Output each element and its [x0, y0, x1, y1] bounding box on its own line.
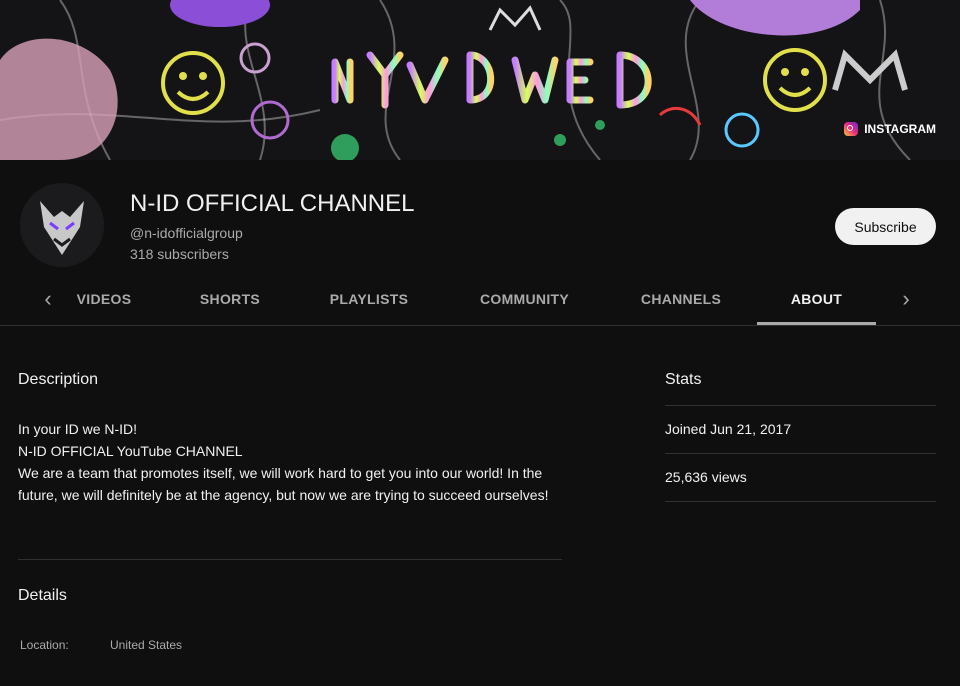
tab-channels[interactable]: CHANNELS [639, 275, 723, 323]
stats-divider [665, 405, 936, 406]
channel-title: N-ID OFFICIAL CHANNEL [130, 190, 415, 217]
channel-tabs: ‹ VIDEOS SHORTS PLAYLISTS COMMUNITY CHAN… [0, 275, 960, 326]
description-line: N-ID OFFICIAL YouTube CHANNEL [18, 443, 243, 459]
avatar[interactable] [20, 183, 104, 267]
channel-description: In your ID we N-ID! N-ID OFFICIAL YouTub… [18, 418, 563, 506]
tabs-scroll-left-icon[interactable]: ‹ [36, 275, 60, 323]
banner-artwork [0, 0, 960, 160]
instagram-link[interactable]: INSTAGRAM [844, 122, 936, 136]
stats-divider [665, 501, 936, 502]
channel-handle: @n-idofficialgroup [130, 225, 243, 241]
tab-shorts[interactable]: SHORTS [199, 275, 261, 323]
stats-heading: Stats [665, 371, 702, 388]
tab-videos[interactable]: VIDEOS [76, 275, 132, 323]
location-value: United States [110, 638, 183, 652]
description-line: We are a team that promotes itself, we w… [18, 465, 549, 503]
channel-banner: INSTAGRAM [0, 0, 960, 160]
tabs-scroll-right-icon[interactable]: › [894, 275, 918, 323]
tab-about[interactable]: ABOUT [757, 275, 876, 323]
subscriber-count: 318 subscribers [130, 246, 229, 262]
tab-playlists[interactable]: PLAYLISTS [328, 275, 410, 323]
view-count: 25,636 views [665, 469, 747, 485]
details-heading: Details [18, 587, 67, 604]
stats-divider [665, 453, 936, 454]
active-tab-indicator [757, 322, 876, 325]
instagram-label: INSTAGRAM [864, 122, 936, 136]
description-line: In your ID we N-ID! [18, 421, 138, 437]
joined-date: Joined Jun 21, 2017 [665, 421, 792, 437]
instagram-icon [844, 122, 859, 136]
section-divider [18, 559, 562, 560]
tab-community[interactable]: COMMUNITY [476, 275, 573, 323]
location-label: Location: [20, 638, 69, 652]
description-heading: Description [18, 371, 99, 388]
avatar-logo-icon [20, 183, 104, 267]
subscribe-button[interactable]: Subscribe [835, 208, 936, 245]
